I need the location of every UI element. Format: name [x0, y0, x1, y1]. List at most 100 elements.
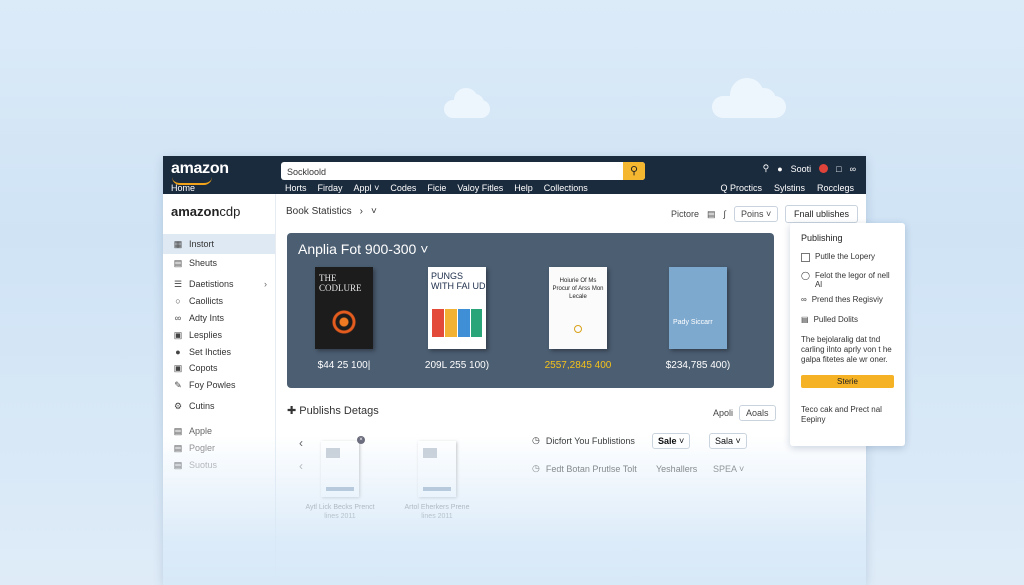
nav-item[interactable]: Codes: [390, 183, 416, 193]
option-item[interactable]: ▤ Pulled Dolits: [801, 315, 897, 324]
setting-value: Yeshallers: [656, 464, 698, 474]
option-item[interactable]: ∞ Prend thes Regisviy: [801, 295, 897, 304]
chat-icon: ○: [175, 296, 181, 306]
home-link[interactable]: Home: [171, 183, 195, 193]
chart-icon: ∞: [174, 313, 182, 323]
chevron-down-icon: ˅: [374, 183, 380, 193]
book-price: $44 25 100|: [317, 360, 371, 371]
sidebar-item-label: Set Ihcties: [189, 347, 232, 357]
settings-row: ◷ Fedt Botan Prutlse Tolt: [532, 463, 637, 474]
search-input[interactable]: [281, 163, 623, 181]
settings-row: ◷ Dicfort You Fublistions: [532, 435, 635, 446]
nav-item[interactable]: Ficie: [427, 183, 446, 193]
sidebar-item-label: Copots: [189, 363, 218, 373]
apply-link[interactable]: Apoli: [713, 408, 733, 418]
close-icon[interactable]: ×: [357, 436, 365, 444]
settings-icon[interactable]: ∞: [850, 164, 856, 174]
doc-icon[interactable]: ▤: [707, 209, 716, 220]
app-window: amazon Home ⚲ ⚲ ● Sooti □ ∞ Horts Firday…: [163, 156, 866, 585]
sidebar-item-cutins[interactable]: ⚙ Cutins: [163, 396, 275, 416]
list-icon: ☰: [173, 278, 183, 289]
panel-title[interactable]: Anplia Fot 900-300 ˅: [298, 241, 428, 257]
sidebar-item-sheuts[interactable]: ▤ Sheuts: [163, 253, 275, 273]
sala-select[interactable]: Sala ˅: [709, 433, 747, 449]
nav-item[interactable]: Help: [514, 183, 533, 193]
nav-item[interactable]: Horts: [285, 183, 307, 193]
sidebar-item-label: Cutins: [189, 401, 215, 411]
chevron-down-icon: ˅: [679, 436, 685, 446]
document-thumbnail[interactable]: [321, 441, 359, 497]
search-button[interactable]: ⚲: [623, 162, 645, 180]
chevron-down-icon: ˅: [420, 241, 429, 257]
nav-item[interactable]: Sylstins: [774, 183, 805, 193]
chevron-down-icon[interactable]: ˅: [371, 206, 377, 217]
nav-item[interactable]: Appl ˅: [354, 183, 380, 193]
select-value: Sale: [658, 436, 677, 446]
cart-icon[interactable]: □: [836, 164, 841, 174]
final-publish-button[interactable]: Fnall ublishes: [785, 205, 859, 223]
sidebar-item-label: Lesplies: [189, 330, 223, 340]
section-actions: Apoli Aoals: [713, 405, 776, 421]
nav-item[interactable]: Firday: [318, 183, 343, 193]
chevron-left-icon[interactable]: ‹: [299, 459, 303, 473]
primary-button[interactable]: Sterie: [801, 375, 894, 388]
book-cover[interactable]: PUNGS WITH FAI UD: [428, 267, 486, 349]
toolbar-actions: Pictore ▤ ∫ Poins ˅: [671, 206, 779, 222]
book-title: Hoiurie Of Ms Procur of Arss Mon Lecale: [552, 278, 604, 300]
checkbox[interactable]: [801, 253, 810, 262]
sidebar-item-suotus[interactable]: ▤ Suotus: [163, 455, 275, 475]
option-item[interactable]: ◯ Felot the legor of nell Al: [801, 271, 897, 289]
nav-item[interactable]: Rocclegs: [817, 183, 854, 193]
sale-select[interactable]: Sale ˅: [652, 433, 691, 449]
account-label[interactable]: Sooti: [791, 164, 812, 174]
doc-icon: ▤: [173, 257, 183, 268]
search-icon[interactable]: ⚲: [763, 163, 770, 174]
book-cover[interactable]: Hoiurie Of Ms Procur of Arss Mon Lecale: [549, 267, 607, 349]
sidebar-item-instort[interactable]: ▦ Instort: [163, 234, 275, 254]
doc-icon: ▤: [173, 425, 183, 436]
cloud-decoration: [444, 88, 490, 118]
publishing-popover: Publishing Putlle the Lopery ◯ Felot the …: [790, 223, 905, 446]
logo-text: amazon: [171, 204, 220, 219]
checkbox-label: Putlle the Lopery: [815, 252, 876, 261]
view-select[interactable]: Poins ˅: [734, 206, 779, 222]
checkbox-item[interactable]: Putlle the Lopery: [801, 252, 897, 262]
select-value: SPEA: [713, 464, 737, 474]
notification-icon[interactable]: [819, 164, 829, 173]
secondary-nav: Q Proctics Sylstins Rocclegs: [720, 183, 854, 193]
sidebar-item-label: Adty Ints: [189, 313, 225, 323]
panel-title-text: Anplia Fot 900-300: [298, 241, 417, 257]
apple-icon[interactable]: ●: [777, 164, 782, 174]
select-value: Poins: [741, 209, 764, 219]
sidebar-item-label: Pogler: [189, 443, 216, 453]
nav-item[interactable]: Collections: [544, 183, 588, 193]
chevron-left-icon[interactable]: ‹: [299, 436, 303, 450]
clock-icon: ◷: [532, 435, 540, 445]
option-label: Pulled Dolits: [813, 315, 859, 324]
main-nav: Horts Firday Appl ˅ Codes Ficie Valoy Fi…: [285, 183, 588, 193]
globe-icon: ◯: [801, 271, 810, 280]
popover-footer: Teco cak and Prect nal Eepiny: [801, 405, 882, 424]
pen-icon: ✎: [174, 379, 182, 390]
option-label: Felot the legor of nell Al: [814, 271, 890, 289]
nav-item[interactable]: Valoy Fitles: [457, 183, 503, 193]
breadcrumb: Book Statistics › ˅: [286, 206, 377, 217]
setting-select[interactable]: SPEA ˅: [713, 464, 744, 474]
stack-icon: ▣: [173, 329, 183, 340]
document-thumbnail[interactable]: [418, 441, 456, 497]
chevron-down-icon: ˅: [739, 464, 745, 474]
all-button[interactable]: Aoals: [739, 405, 776, 421]
picture-label[interactable]: Pictore: [671, 209, 699, 219]
nav-item[interactable]: Q Proctics: [720, 183, 762, 193]
book-title: PUNGS WITH FAI UD: [431, 271, 486, 291]
kdp-logo[interactable]: amazoncdp: [171, 204, 240, 219]
link-icon[interactable]: ∫: [724, 209, 726, 219]
book-cover[interactable]: THE CODLURE: [315, 267, 373, 349]
cart-icon: ▣: [173, 362, 183, 373]
sidebar-item-foy-powles[interactable]: ✎ Foy Powles: [163, 375, 275, 395]
person-icon: ●: [175, 347, 181, 357]
book-price: 2557,2845 400: [544, 360, 612, 371]
page-title[interactable]: Book Statistics: [286, 206, 352, 217]
amazon-logo[interactable]: amazon: [171, 160, 229, 178]
book-cover[interactable]: Pady Siccarr: [669, 267, 727, 349]
